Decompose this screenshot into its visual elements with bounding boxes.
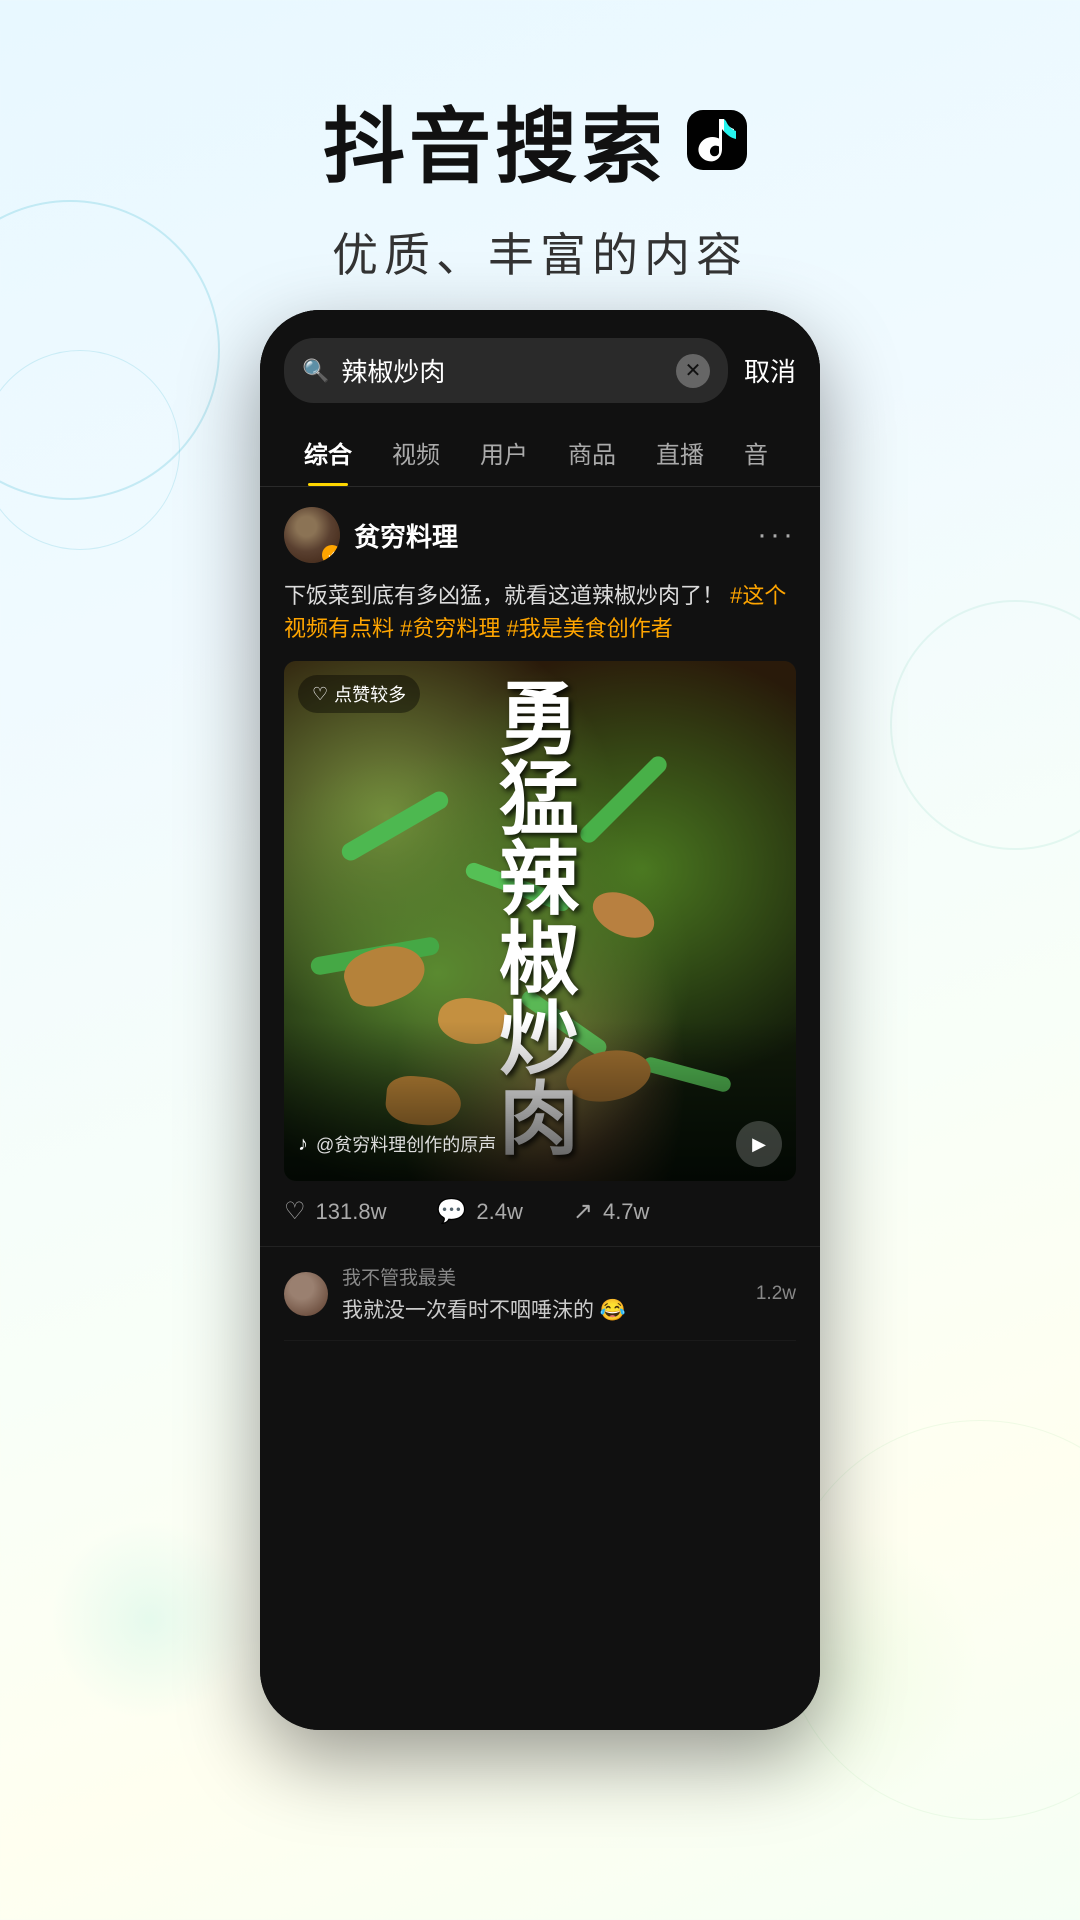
verified-badge: ✓ — [322, 545, 340, 563]
shares-stat[interactable]: ↗ 4.7w — [573, 1197, 650, 1226]
tiktok-small-icon: ♪ — [298, 1133, 308, 1156]
post-text: 下饭菜到底有多凶猛，就看这道辣椒炒肉了！ #这个视频有点料 #贫穷料理 #我是美… — [284, 579, 796, 645]
likes-count: 131.8w — [316, 1199, 387, 1225]
comment-count: 1.2w — [756, 1283, 796, 1305]
post-card: ✓ 贫穷料理 ··· 下饭菜到底有多凶猛，就看这道辣椒炒肉了！ #这个视频有点料… — [260, 487, 820, 1246]
phone-outer-frame: 🔍 辣椒炒肉 ✕ 取消 综合 视频 用户 商品 — [260, 310, 820, 1730]
share-stat-icon: ↗ — [573, 1197, 593, 1226]
cancel-search-button[interactable]: 取消 — [744, 352, 796, 389]
comment-text: 我就没一次看时不咽唾沫的 😂 — [342, 1294, 742, 1324]
tab-用户[interactable]: 用户 — [460, 419, 548, 486]
avatar: ✓ — [284, 507, 340, 563]
more-options-button[interactable]: ··· — [757, 518, 796, 552]
comments-count: 2.4w — [476, 1199, 522, 1225]
likes-stat[interactable]: ♡ 131.8w — [284, 1197, 386, 1226]
post-stats: ♡ 131.8w 💬 2.4w ↗ 4.7w — [284, 1181, 796, 1226]
comment-preview-section: 我不管我最美 我就没一次看时不咽唾沫的 😂 1.2w — [260, 1246, 820, 1341]
clear-search-button[interactable]: ✕ — [676, 354, 710, 388]
search-icon: 🔍 — [302, 358, 329, 384]
audio-text: @贫穷料理创作的原声 — [316, 1131, 496, 1157]
tiktok-logo-icon — [677, 100, 757, 180]
phone-screen: 🔍 辣椒炒肉 ✕ 取消 综合 视频 用户 商品 — [260, 310, 820, 1730]
search-bar-container: 🔍 辣椒炒肉 ✕ 取消 — [260, 310, 820, 419]
author-info[interactable]: ✓ 贫穷料理 — [284, 507, 458, 563]
bg-decoration-circle-3 — [890, 600, 1080, 850]
post-header: ✓ 贫穷料理 ··· — [284, 507, 796, 563]
tab-商品[interactable]: 商品 — [548, 419, 636, 486]
bg-blob-1 — [50, 1520, 250, 1720]
comment-item: 我不管我最美 我就没一次看时不咽唾沫的 😂 1.2w — [284, 1247, 796, 1341]
comment-content: 我不管我最美 我就没一次看时不咽唾沫的 😂 — [342, 1263, 742, 1324]
video-thumbnail[interactable]: ♡ 点赞较多 勇猛辣椒炒肉 ♪ @贫穷料理创作的原声 — [284, 661, 796, 1181]
heart-stat-icon: ♡ — [284, 1197, 306, 1226]
comment-username: 我不管我最美 — [342, 1263, 742, 1290]
username-label: 贫穷料理 — [354, 517, 458, 554]
search-input-wrap[interactable]: 🔍 辣椒炒肉 ✕ — [284, 338, 728, 403]
tab-视频[interactable]: 视频 — [372, 419, 460, 486]
comments-stat[interactable]: 💬 2.4w — [436, 1197, 522, 1226]
main-title: 抖音搜索 — [0, 80, 1080, 199]
phone-mockup: 🔍 辣椒炒肉 ✕ 取消 综合 视频 用户 商品 — [260, 310, 820, 1830]
tab-直播[interactable]: 直播 — [636, 419, 724, 486]
search-query-text: 辣椒炒肉 — [341, 352, 664, 389]
play-button[interactable]: ▶ — [736, 1121, 782, 1167]
video-bottom-info: ♪ @贫穷料理创作的原声 ▶ — [298, 1121, 782, 1167]
audio-info: ♪ @贫穷料理创作的原声 — [298, 1131, 496, 1157]
header-section: 抖音搜索 优质、丰富的内容 — [0, 0, 1080, 285]
subtitle-text: 优质、丰富的内容 — [0, 219, 1080, 285]
title-text: 抖音搜索 — [323, 80, 667, 199]
tab-综合[interactable]: 综合 — [284, 419, 372, 486]
tab-音[interactable]: 音 — [724, 419, 788, 486]
shares-count: 4.7w — [603, 1199, 649, 1225]
search-tabs: 综合 视频 用户 商品 直播 音 — [260, 419, 820, 487]
comment-avatar — [284, 1272, 328, 1316]
comment-stat-icon: 💬 — [436, 1197, 466, 1226]
